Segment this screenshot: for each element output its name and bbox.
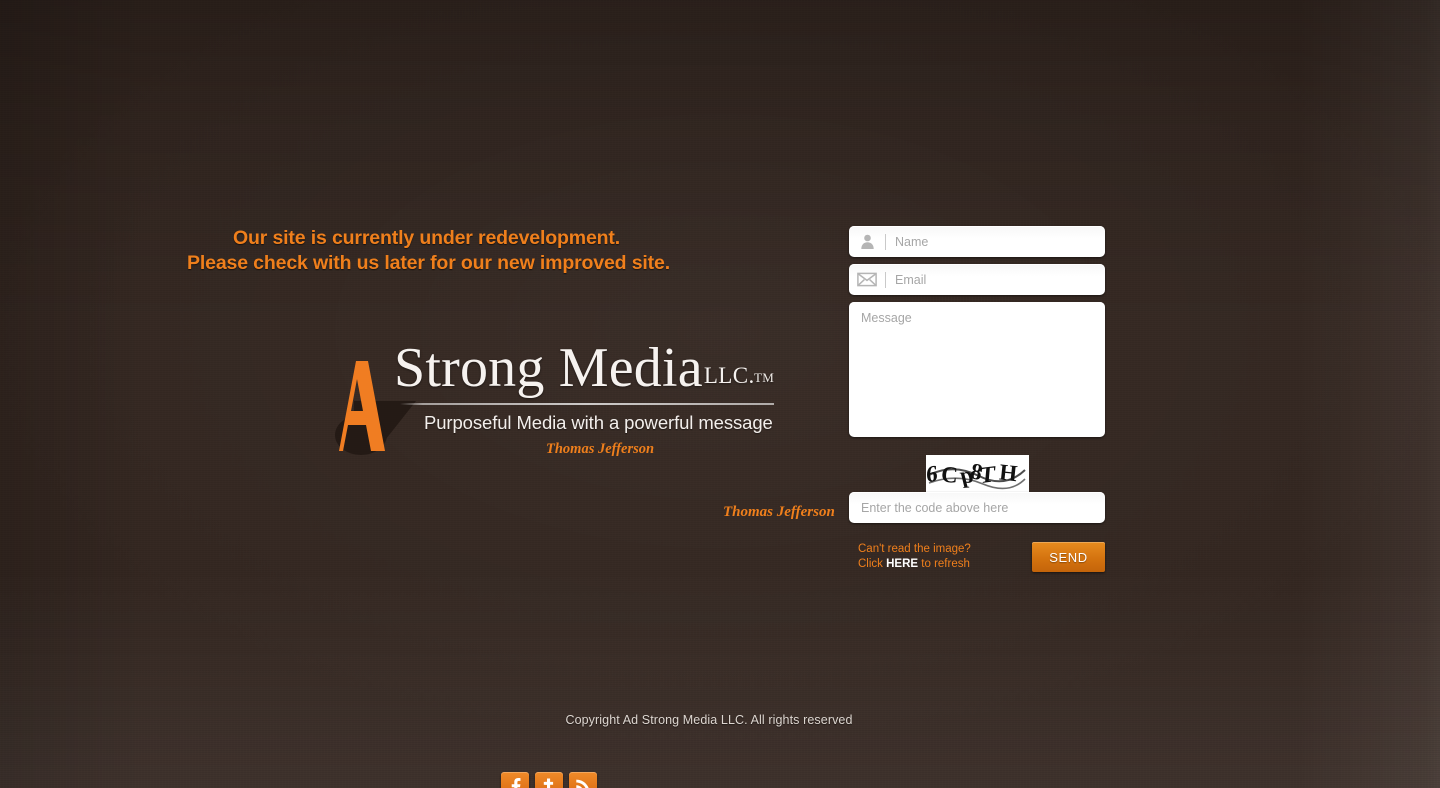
email-field-wrapper[interactable] xyxy=(849,264,1105,295)
name-field-wrapper[interactable] xyxy=(849,226,1105,257)
logo-wordmark: Strong MediaLLC. TM Purposeful Media wit… xyxy=(394,337,774,457)
notice-line-1: Our site is currently under redevelopmen… xyxy=(232,227,621,249)
twitter-icon xyxy=(539,776,559,788)
captcha-refresh-link[interactable]: HERE xyxy=(886,558,918,570)
captcha-help-line-2: Click HERE to refresh xyxy=(858,557,971,572)
name-input[interactable] xyxy=(886,226,1105,257)
logo-tagline: Purposeful Media with a powerful message xyxy=(424,412,773,433)
captcha-help-click-word: Click xyxy=(858,557,883,570)
send-button[interactable]: SEND xyxy=(1032,542,1105,572)
contact-form: 6 C p 8 T H Can't read the image? Click … xyxy=(849,226,1105,572)
facebook-icon xyxy=(505,776,525,788)
notice-line-2: Please check with us later for our new i… xyxy=(187,251,670,274)
captcha-help-rest-word: to refresh xyxy=(921,557,970,570)
left-column: Our site is currently under redevelopmen… xyxy=(0,226,845,788)
user-icon xyxy=(849,226,885,257)
message-field-wrapper[interactable] xyxy=(849,302,1105,437)
svg-text:C: C xyxy=(940,461,959,487)
captcha-code-field-wrapper[interactable] xyxy=(849,492,1105,523)
captcha-code-graphic: 6 C p 8 T H xyxy=(927,456,1027,491)
social-links xyxy=(501,772,597,788)
rss-icon xyxy=(573,776,593,788)
logo-company-name: Strong Media xyxy=(394,337,703,399)
company-logo: Strong MediaLLC. TM Purposeful Media wit… xyxy=(308,337,774,459)
captcha-code-input[interactable] xyxy=(849,492,1105,523)
logo-attribution: Thomas Jefferson xyxy=(546,441,655,457)
logo-divider-rule xyxy=(400,403,774,405)
captcha-image: 6 C p 8 T H xyxy=(925,455,1029,492)
envelope-icon xyxy=(849,264,885,295)
email-input[interactable] xyxy=(886,264,1105,295)
message-textarea[interactable] xyxy=(849,302,1105,437)
footer-copyright: Copyright Ad Strong Media LLC. All right… xyxy=(565,713,853,727)
attribution-secondary: Thomas Jefferson xyxy=(723,504,835,520)
page-root: Our site is currently under redevelopmen… xyxy=(0,0,1440,788)
captcha-help-text: Can't read the image? Click HERE to refr… xyxy=(858,542,971,571)
redevelopment-notice: Our site is currently under redevelopmen… xyxy=(0,226,845,275)
captcha-help-line-1: Can't read the image? xyxy=(858,543,971,555)
social-link-rss[interactable] xyxy=(569,772,597,788)
social-link-facebook[interactable] xyxy=(501,772,529,788)
logo-llc-suffix: LLC. xyxy=(703,363,755,388)
logo-name-row: Strong MediaLLC. TM xyxy=(394,337,774,410)
logo-trademark: TM xyxy=(754,370,775,385)
social-link-twitter[interactable] xyxy=(535,772,563,788)
